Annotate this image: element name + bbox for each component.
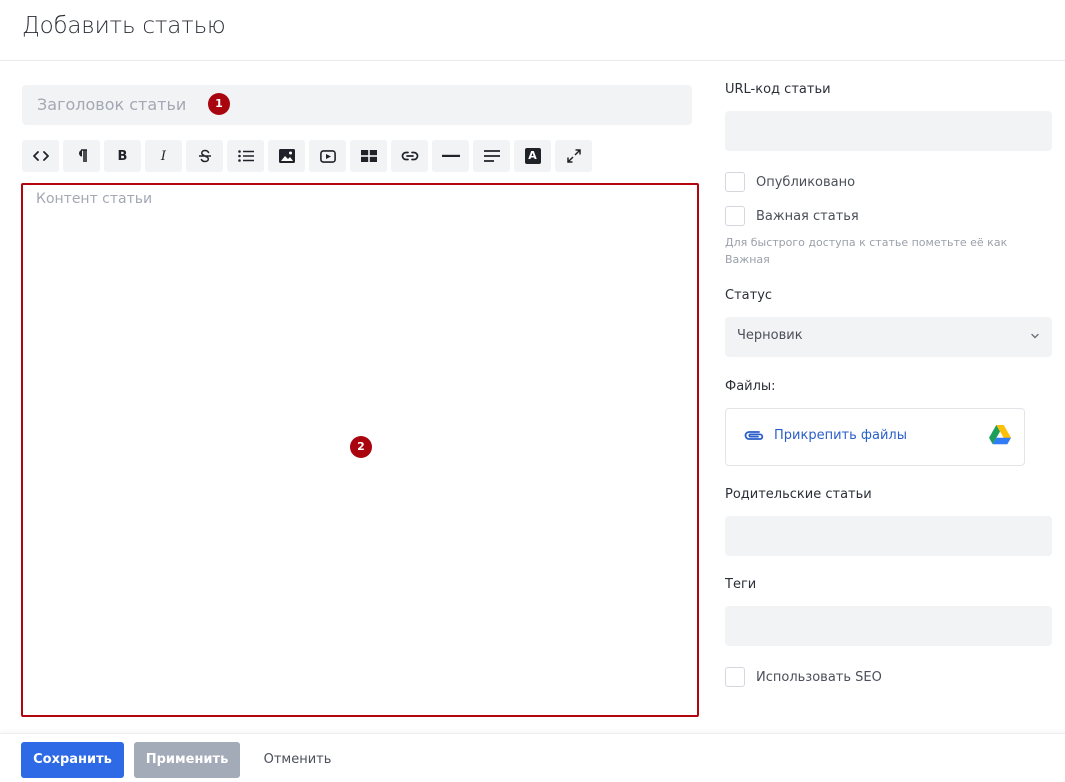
article-title-placeholder: Заголовок статьи bbox=[37, 95, 187, 114]
strikethrough-button[interactable] bbox=[186, 140, 223, 172]
fullscreen-icon bbox=[566, 149, 581, 163]
list-icon bbox=[237, 150, 254, 162]
seo-label: Использовать SEO bbox=[756, 669, 882, 685]
link-button[interactable] bbox=[391, 140, 428, 172]
published-checkbox[interactable] bbox=[725, 172, 745, 192]
attach-files-link[interactable]: Прикрепить файлы bbox=[774, 428, 907, 443]
code-icon bbox=[32, 151, 49, 161]
code-view-button[interactable] bbox=[22, 140, 59, 172]
table-button[interactable] bbox=[350, 140, 387, 172]
important-label: Важная статья bbox=[756, 208, 859, 224]
annotation-marker-1: 1 bbox=[208, 93, 230, 115]
attach-files-box[interactable]: Прикрепить файлы bbox=[725, 408, 1025, 466]
align-button[interactable] bbox=[473, 140, 510, 172]
text-color-button[interactable]: A bbox=[514, 140, 551, 172]
cancel-button[interactable]: Отменить bbox=[250, 742, 345, 778]
tags-label: Теги bbox=[725, 577, 757, 592]
tags-input[interactable] bbox=[725, 606, 1052, 646]
files-label: Файлы: bbox=[725, 379, 776, 394]
annotation-marker-2: 2 bbox=[350, 436, 372, 458]
list-button[interactable] bbox=[227, 140, 264, 172]
italic-icon: I bbox=[160, 148, 167, 164]
table-icon bbox=[360, 150, 377, 162]
chevron-down-icon bbox=[1031, 333, 1039, 339]
bold-button[interactable]: B bbox=[104, 140, 141, 172]
image-icon bbox=[278, 149, 295, 163]
seo-checkbox-row[interactable]: Использовать SEO bbox=[725, 667, 882, 687]
horizontal-rule-icon bbox=[441, 154, 460, 157]
paragraph-button[interactable] bbox=[63, 140, 100, 172]
important-checkbox[interactable] bbox=[725, 206, 745, 226]
text-color-icon: A bbox=[524, 148, 541, 164]
italic-button[interactable]: I bbox=[145, 140, 182, 172]
seo-checkbox[interactable] bbox=[725, 667, 745, 687]
parent-articles-input[interactable] bbox=[725, 516, 1052, 556]
align-icon bbox=[483, 150, 500, 162]
paperclip-icon bbox=[744, 431, 764, 440]
save-button[interactable]: Сохранить bbox=[21, 742, 124, 778]
bold-icon: B bbox=[117, 148, 128, 164]
action-footer: Сохранить Применить Отменить bbox=[0, 733, 1065, 782]
video-button[interactable] bbox=[309, 140, 346, 172]
article-title-input[interactable]: Заголовок статьи bbox=[22, 85, 692, 125]
apply-button[interactable]: Применить bbox=[134, 742, 240, 778]
paragraph-icon bbox=[78, 149, 87, 162]
url-code-input[interactable] bbox=[725, 111, 1052, 151]
status-label: Статус bbox=[725, 288, 773, 303]
fullscreen-button[interactable] bbox=[555, 140, 592, 172]
url-code-label: URL-код статьи bbox=[725, 82, 831, 97]
image-button[interactable] bbox=[268, 140, 305, 172]
horizontal-rule-button[interactable] bbox=[432, 140, 469, 172]
important-checkbox-row[interactable]: Важная статья bbox=[725, 206, 859, 226]
parent-articles-label: Родительские статьи bbox=[725, 487, 872, 502]
page-title: Добавить статью bbox=[22, 13, 226, 39]
google-drive-icon[interactable] bbox=[989, 425, 1011, 445]
published-label: Опубликовано bbox=[756, 174, 856, 190]
status-value: Черновик bbox=[737, 328, 803, 343]
published-checkbox-row[interactable]: Опубликовано bbox=[725, 172, 855, 192]
link-icon bbox=[401, 151, 418, 161]
strikethrough-icon bbox=[198, 149, 211, 163]
status-select[interactable]: Черновик bbox=[725, 317, 1052, 357]
page-header: Добавить статью bbox=[0, 0, 1065, 61]
video-icon bbox=[319, 149, 336, 163]
important-hint: Для быстрого доступа к статье пометьте е… bbox=[725, 236, 1008, 266]
article-content-placeholder: Контент статьи bbox=[36, 191, 153, 207]
